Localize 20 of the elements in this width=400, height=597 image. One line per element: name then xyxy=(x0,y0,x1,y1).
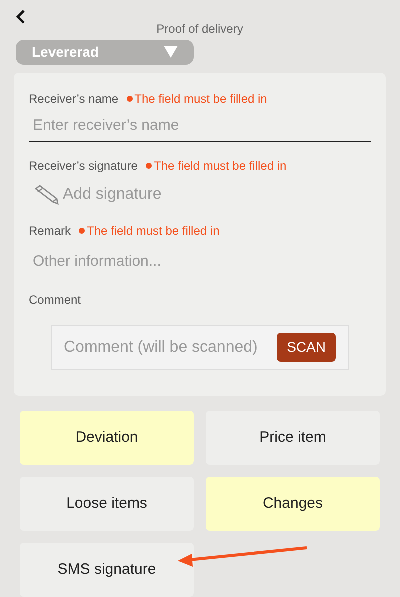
action-button[interactable]: Changes xyxy=(206,477,380,531)
error-message: The field must be filled in xyxy=(134,91,268,108)
scan-button[interactable]: SCAN xyxy=(277,333,336,362)
field-label: Receiver’s name xyxy=(29,91,119,108)
action-button[interactable]: SMS signature xyxy=(20,543,194,597)
dropdown-triangle-icon xyxy=(164,46,178,58)
field-label: Comment xyxy=(29,292,82,309)
error-message: The field must be filled in xyxy=(87,222,220,240)
error-message: The field must be filled in xyxy=(154,158,287,174)
back-icon[interactable] xyxy=(14,8,28,25)
field-label: Receiver’s signature xyxy=(29,158,138,174)
remark-field[interactable]: Other information... xyxy=(29,248,371,276)
action-button[interactable]: Loose items xyxy=(20,477,194,531)
field-label: Remark xyxy=(29,222,72,240)
name-field[interactable]: Enter receiver’s name xyxy=(29,112,371,142)
pencil-icon xyxy=(33,184,59,204)
action-button[interactable]: Price item xyxy=(206,411,380,465)
action-button[interactable]: Deviation xyxy=(20,411,194,465)
page-title: Proof of delivery xyxy=(156,20,244,38)
comment-field[interactable]: Comment (will be scanned) SCAN xyxy=(51,325,349,370)
